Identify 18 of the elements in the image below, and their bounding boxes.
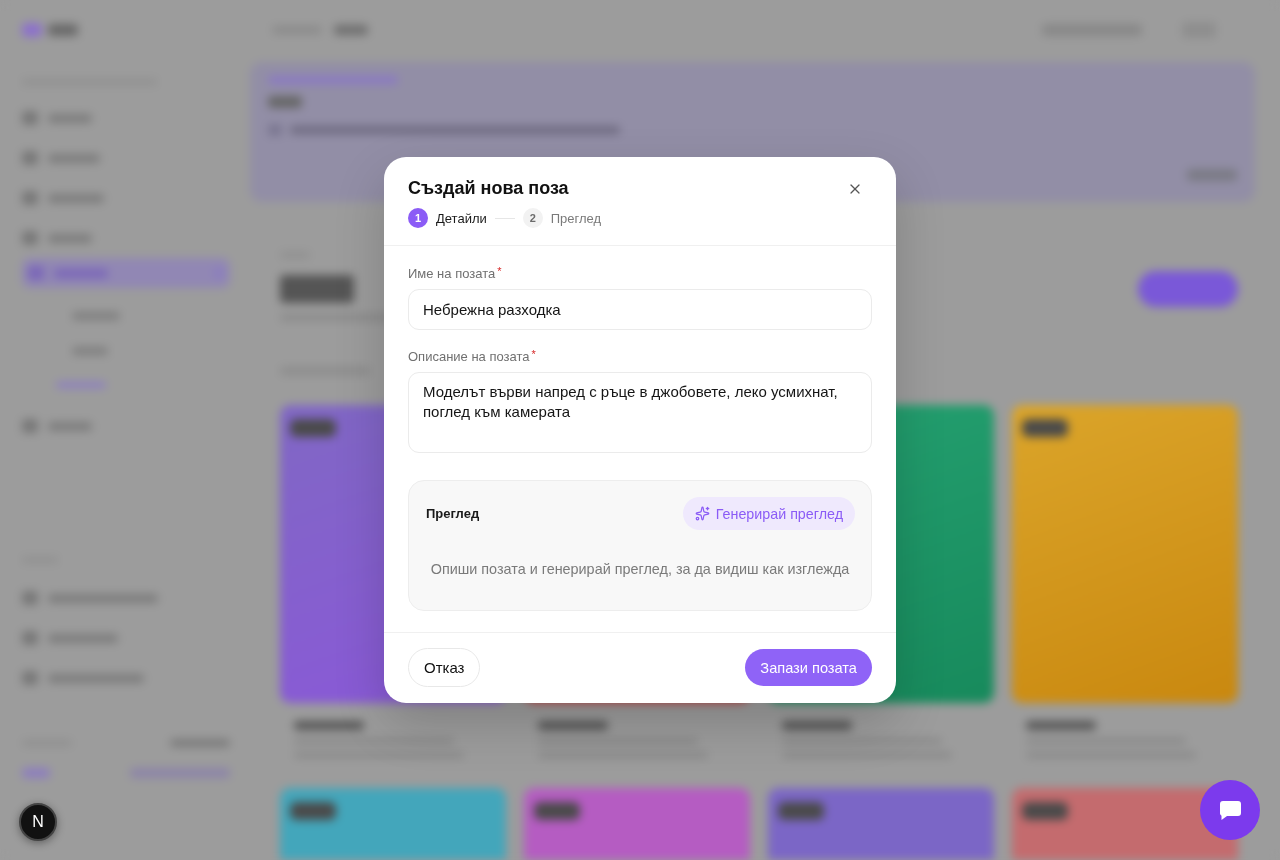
save-button[interactable]: Запази позата bbox=[745, 649, 872, 686]
generate-preview-button[interactable]: Генерирай преглед bbox=[682, 497, 855, 530]
preview-title: Преглед bbox=[425, 506, 480, 521]
step-label: Преглед bbox=[550, 210, 602, 226]
field-label: Име на позата bbox=[408, 265, 496, 283]
step-number: 1 bbox=[408, 208, 428, 228]
step-label: Детайли bbox=[436, 210, 487, 226]
sparkles-icon bbox=[694, 506, 710, 521]
preview-empty-text: Опиши позата и генерирай преглед, за да видиш как изглежда bbox=[430, 560, 850, 579]
required-mark: * bbox=[531, 348, 536, 360]
field-label: Описание на позата bbox=[408, 348, 530, 366]
cancel-button[interactable]: Отказ bbox=[408, 648, 481, 687]
description-text-area[interactable]: Моделът върви напред с ръце в джобовете, леко усмихнат, поглед към камерата bbox=[408, 372, 872, 453]
dialog-title: Създай нова поза bbox=[408, 177, 569, 200]
step-number: 2 bbox=[522, 208, 543, 228]
required-mark: * bbox=[497, 265, 502, 277]
chat-bubble-icon bbox=[1219, 800, 1241, 820]
name-input-field[interactable]: Небрежна разходка bbox=[408, 289, 872, 330]
